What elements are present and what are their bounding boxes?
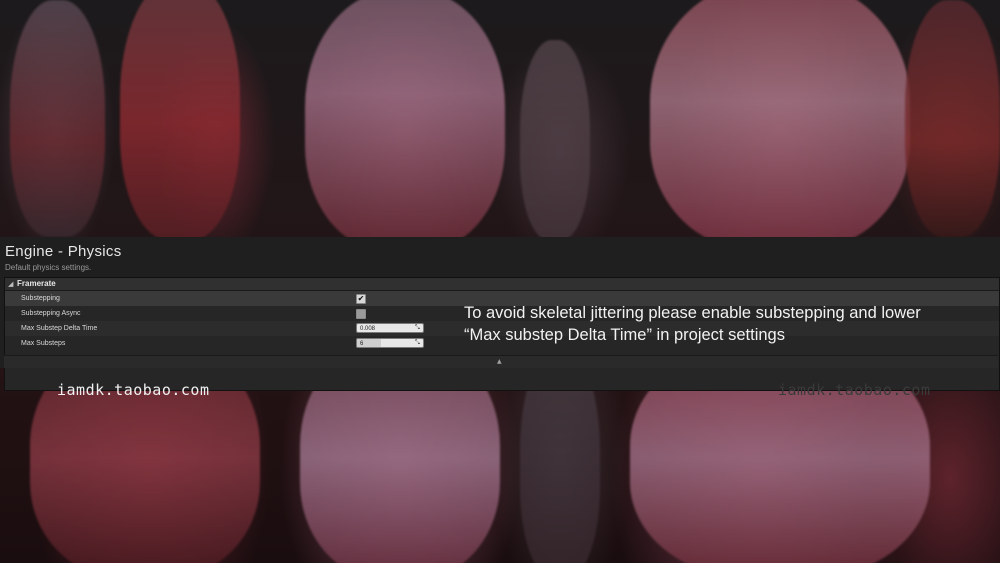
- background-image-top: [0, 0, 1000, 237]
- spinner-arrows-icon[interactable]: ⤡: [415, 325, 421, 331]
- checkmark-icon: ✔: [357, 294, 365, 303]
- setting-label: Substepping: [21, 295, 60, 302]
- instruction-caption: To avoid skeletal jittering please enabl…: [464, 302, 994, 346]
- setting-label: Max Substeps: [21, 340, 66, 347]
- carcass-shape: [300, 368, 500, 563]
- category-header[interactable]: ◢ Framerate: [5, 278, 999, 291]
- carcass-shape: [650, 0, 910, 237]
- carcass-shape: [305, 0, 505, 237]
- carcass-shape: [10, 0, 105, 237]
- setting-label: Max Substep Delta Time: [21, 325, 98, 332]
- carcass-shape: [520, 368, 600, 563]
- substepping-checkbox[interactable]: ✔: [356, 294, 366, 304]
- triangle-down-icon[interactable]: ◢: [8, 278, 13, 290]
- caption-line-1: To avoid skeletal jittering please enabl…: [464, 304, 921, 322]
- watermark-right: iamdk.taobao.com: [778, 381, 931, 399]
- caption-line-2: “Max substep Delta Time” in project sett…: [464, 326, 785, 344]
- panel-title: Engine - Physics: [5, 243, 122, 260]
- setting-label: Substepping Async: [21, 310, 81, 317]
- max-substeps-input[interactable]: 6 ⤡: [356, 338, 424, 348]
- category-label: Framerate: [17, 279, 56, 288]
- spinner-arrows-icon[interactable]: ⤡: [415, 340, 421, 346]
- panel-description: Default physics settings.: [5, 263, 92, 272]
- substepping-async-checkbox[interactable]: [356, 309, 366, 319]
- input-value: 6: [360, 341, 364, 347]
- carcass-shape: [120, 0, 240, 237]
- triangle-up-icon[interactable]: ▲: [497, 356, 502, 368]
- input-value: 0.008: [360, 326, 376, 332]
- carcass-shape: [520, 40, 590, 237]
- advanced-collapse-bar[interactable]: ▲: [4, 355, 998, 368]
- carcass-shape: [905, 0, 1000, 237]
- watermark-left: iamdk.taobao.com: [57, 381, 210, 399]
- max-substep-delta-time-input[interactable]: 0.008 ⤡: [356, 323, 424, 333]
